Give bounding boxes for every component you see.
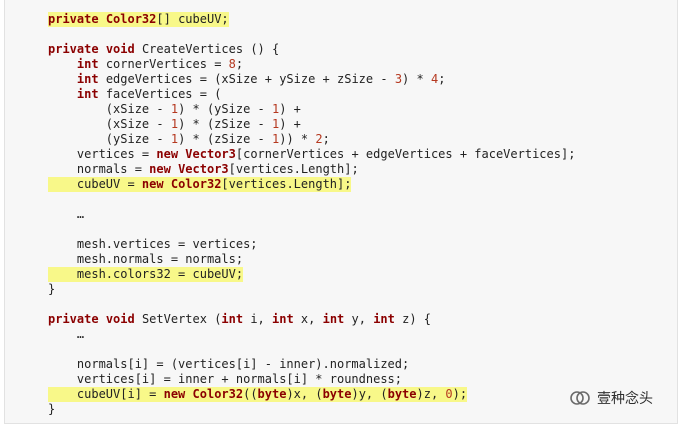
code-line: int edgeVertices = (xSize + ySize + zSiz… — [76, 72, 446, 86]
code-line: private void CreateVertices () { — [48, 42, 280, 56]
code-line: … — [48, 207, 85, 221]
code-line: int faceVertices = ( — [76, 87, 222, 101]
code-line: private void SetVertex (int i, int x, in… — [48, 312, 432, 326]
code-line: mesh.vertices = vertices; — [48, 237, 258, 251]
code-line: (xSize - 1) * (ySize - 1) + — [48, 102, 301, 116]
code-line: (xSize - 1) * (zSize - 1) + — [48, 117, 301, 131]
highlighted-code-line: cubeUV[i] = new Color32((byte)x, (byte)y… — [48, 387, 468, 402]
watermark-text: 壹种念头 — [597, 391, 653, 407]
code-panel: private Color32[] cubeUV; private void Cr… — [4, 0, 678, 424]
highlighted-code-line: private Color32[] cubeUV; — [48, 12, 229, 27]
highlighted-code-line: cubeUV = new Color32[vertices.Length]; — [48, 177, 352, 192]
code-line: int cornerVertices = 8; — [76, 57, 244, 71]
code-line: } — [48, 402, 56, 416]
code-line: normals = new Vector3[vertices.Length]; — [48, 162, 359, 176]
code-line: vertices[i] = inner + normals[i] * round… — [48, 372, 403, 386]
code-line: (ySize - 1) * (zSize - 1)) * 2; — [48, 132, 330, 146]
code-line: } — [48, 282, 56, 296]
code-line: … — [48, 327, 85, 341]
wechat-channel-icon — [570, 391, 590, 405]
watermark: 壹种念头 — [569, 388, 653, 408]
code-line: vertices = new Vector3[cornerVertices + … — [48, 147, 576, 161]
code-line: mesh.normals = normals; — [48, 252, 244, 266]
highlighted-code-line: mesh.colors32 = cubeUV; — [48, 267, 244, 282]
code-line: normals[i] = (vertices[i] - inner).norma… — [48, 357, 410, 371]
